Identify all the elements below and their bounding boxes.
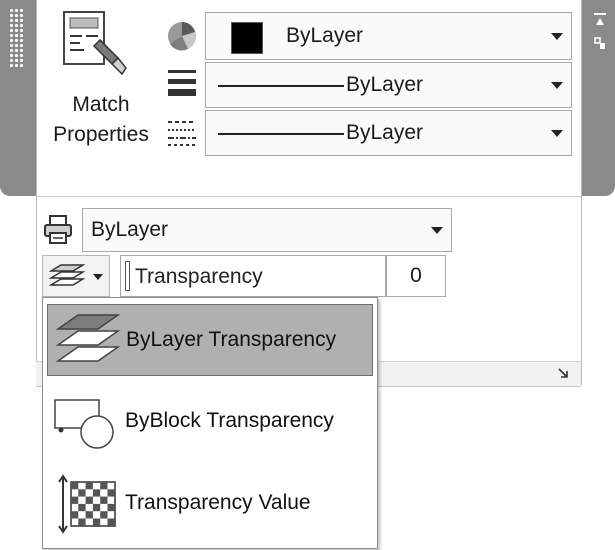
linetype-sample [218, 133, 344, 135]
menu-item-label: Transparency Value [125, 491, 311, 514]
match-label-line2: Properties [53, 123, 149, 146]
lineweight-sample [218, 85, 344, 87]
transparency-type-button[interactable] [42, 255, 110, 297]
match-label-line1: Match [72, 93, 130, 116]
color-dropdown[interactable]: ByLayer [205, 12, 572, 60]
match-properties-button[interactable]: Match Properties [40, 90, 162, 150]
menu-item-byblock-transparency[interactable]: ByBlock Transparency [47, 386, 373, 458]
chevron-down-icon [431, 227, 443, 234]
color-dropdown-value: ByLayer [286, 24, 364, 47]
lineweight-dropdown[interactable]: ByLayer [205, 62, 572, 108]
chevron-down-icon [551, 82, 563, 89]
menu-item-transparency-value[interactable]: Transparency Value [47, 468, 373, 540]
plot-style-dropdown[interactable]: ByLayer [82, 208, 452, 252]
linetype-dropdown[interactable]: ByLayer [205, 110, 572, 156]
transparency-menu: ByLayer Transparency ByBlock Transparenc… [42, 297, 378, 549]
color-swatch [231, 22, 263, 54]
lineweight-icon [168, 70, 196, 96]
panel-grip-left[interactable] [0, 0, 36, 196]
chevron-down-icon [93, 274, 103, 280]
menu-item-bylayer-transparency[interactable]: ByLayer Transparency [47, 304, 373, 376]
plot-style-dropdown-value: ByLayer [91, 218, 169, 241]
pin-panel-icon[interactable] [593, 12, 607, 26]
chevron-down-icon [551, 33, 563, 40]
transparency-value-input[interactable]: 0 [386, 255, 446, 297]
color-wheel-icon [168, 22, 196, 51]
plot-style-icon [44, 215, 72, 244]
linetype-icon [168, 121, 196, 146]
match-properties-icon[interactable] [60, 10, 130, 84]
transparency-field-label: Transparency [135, 265, 263, 288]
byblock-transparency-icon [54, 399, 114, 449]
panel-settings-icon[interactable] [593, 36, 607, 52]
grip-handle-icon[interactable] [9, 8, 23, 68]
menu-item-label: ByLayer Transparency [126, 328, 337, 351]
panel-separator [36, 196, 581, 197]
slider-thumb[interactable] [125, 261, 130, 291]
transparency-value-icon [58, 474, 116, 534]
chevron-down-icon [551, 130, 563, 137]
transparency-slider[interactable]: Transparency [120, 255, 386, 297]
panel-grip-right [580, 0, 615, 196]
transparency-layers-icon [49, 264, 85, 286]
panel-expand-arrow-icon[interactable] [556, 366, 570, 380]
bylayer-transparency-icon [55, 314, 121, 362]
linetype-dropdown-value: ByLayer [346, 121, 424, 144]
menu-item-label: ByBlock Transparency [125, 409, 334, 432]
lineweight-dropdown-value: ByLayer [346, 73, 424, 96]
